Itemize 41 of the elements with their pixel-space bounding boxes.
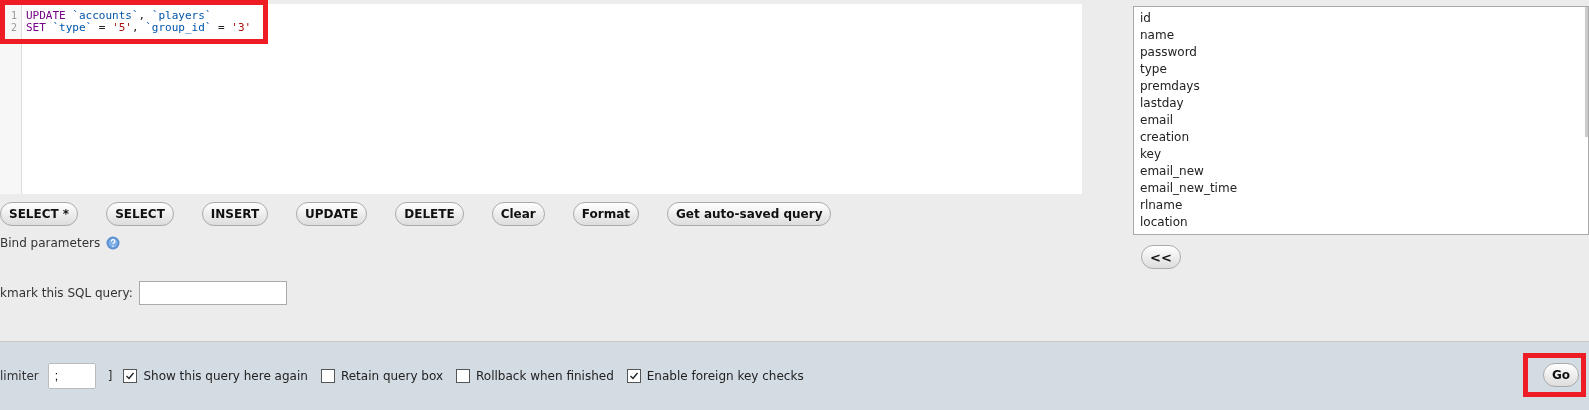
query-button[interactable]: Format xyxy=(572,202,639,226)
code-line: SET `type` = '5', `group_id` = '3' xyxy=(26,22,252,34)
bookmark-field[interactable] xyxy=(138,281,287,305)
bind-parameters-label: Bind parameters xyxy=(0,236,101,250)
help-icon[interactable] xyxy=(106,236,121,250)
query-button[interactable]: Clear xyxy=(491,202,545,226)
query-button[interactable]: SELECT * xyxy=(0,202,79,226)
column-option[interactable]: location xyxy=(1140,214,1582,231)
column-option[interactable]: email_new_time xyxy=(1140,180,1582,197)
column-option[interactable]: id xyxy=(1140,10,1582,27)
bracket: ] xyxy=(107,369,113,383)
column-option[interactable]: key xyxy=(1140,146,1582,163)
column-option[interactable]: type xyxy=(1140,61,1582,78)
query-button[interactable]: SELECT xyxy=(106,202,174,226)
option-checkbox[interactable]: Show this query here again xyxy=(123,369,308,383)
insert-column-button[interactable]: << xyxy=(1141,245,1181,269)
line-number: 2 xyxy=(9,22,18,34)
delimiter-label: limiter xyxy=(0,369,39,383)
column-option[interactable]: email_new xyxy=(1140,163,1582,180)
line-number: 1 xyxy=(9,10,18,22)
column-option[interactable]: name xyxy=(1140,27,1582,44)
column-option[interactable]: creation xyxy=(1140,129,1582,146)
bookmark-label: kmark this SQL query: xyxy=(0,286,133,300)
query-button[interactable]: UPDATE xyxy=(296,202,368,226)
columns-list[interactable]: id name password type premdays lastday email creation key email_new email_new_time rlname location xyxy=(1133,6,1589,235)
column-option[interactable]: lastday xyxy=(1140,95,1582,112)
query-button[interactable]: DELETE xyxy=(395,202,464,226)
option-checkbox[interactable]: Enable foreign key checks xyxy=(626,369,804,383)
option-checkbox[interactable]: Rollback when finished xyxy=(456,369,614,383)
checkmark-icon xyxy=(628,371,639,381)
code-line: UPDATE `accounts`, `players` xyxy=(26,10,213,22)
go-button[interactable]: Go xyxy=(1542,363,1579,387)
column-option[interactable]: email xyxy=(1140,112,1582,129)
query-button[interactable]: INSERT xyxy=(201,202,269,226)
column-option[interactable]: password xyxy=(1140,44,1582,61)
column-option[interactable]: rlname xyxy=(1140,197,1582,214)
query-button[interactable]: Get auto-saved query xyxy=(667,202,832,226)
checkmark-icon xyxy=(125,371,136,381)
column-option[interactable]: premdays xyxy=(1140,78,1582,95)
delimiter-field[interactable]: ; xyxy=(47,363,96,389)
option-checkbox[interactable]: Retain query box xyxy=(320,369,444,383)
